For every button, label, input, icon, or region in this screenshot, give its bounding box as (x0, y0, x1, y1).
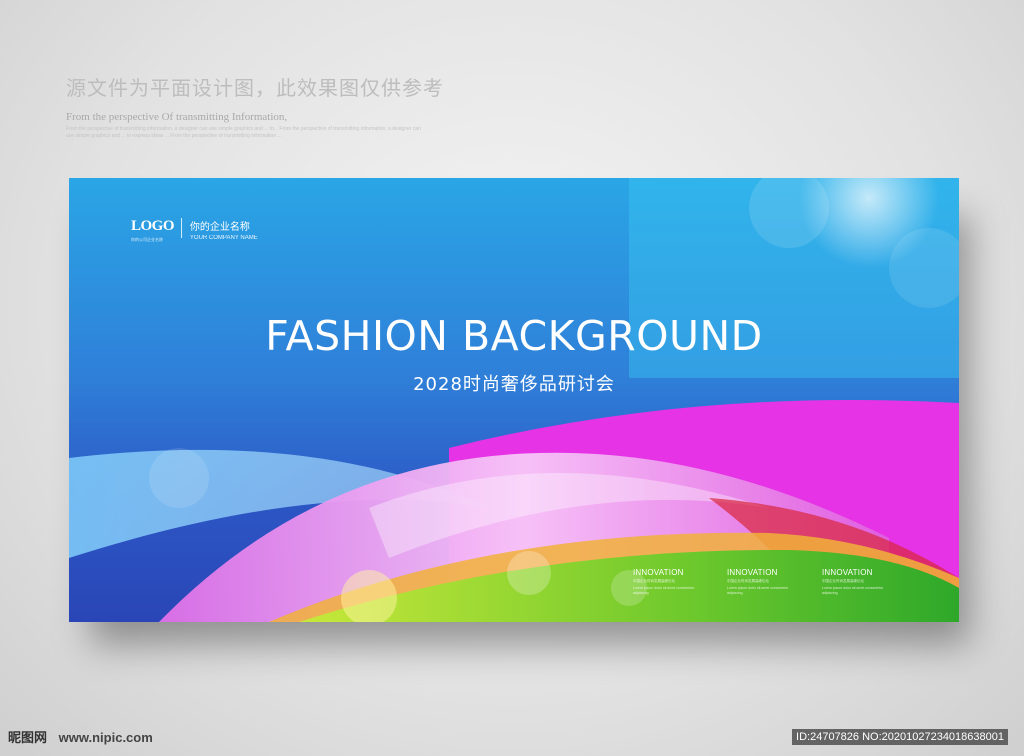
innovation-block: INNOVATION 中国企业时尚发展高峰论坛 Lorem ipsum dolo… (822, 568, 892, 596)
innovation-line: Lorem ipsum dolor sit amet consectetur a… (727, 586, 789, 595)
logo-divider (181, 218, 183, 238)
innovation-title: INNOVATION (822, 568, 873, 577)
innovation-line: 中国企业时尚发展高峰论坛 (727, 579, 769, 583)
innovation-line: 中国企业时尚发展高峰论坛 (822, 579, 864, 583)
banner-title: FASHION BACKGROUND (265, 312, 763, 360)
banner-subtitle: 2028时尚奢侈品研讨会 (413, 374, 615, 395)
innovation-line: 中国企业时尚发展高峰论坛 (633, 579, 675, 583)
logo-mark: LOGO (131, 218, 175, 234)
company-name-english: YOUR COMPANY NAME (189, 235, 258, 241)
banner-background-art (69, 178, 959, 622)
innovation-title: INNOVATION (727, 568, 778, 577)
header-english-title: From the perspective Of transmitting Inf… (66, 111, 288, 123)
watermark-logo: 昵图网 (8, 731, 48, 746)
company-name: 你的企业名称 (189, 222, 250, 233)
innovation-block: INNOVATION 中国企业时尚发展高峰论坛 Lorem ipsum dolo… (633, 568, 703, 596)
header-chinese-title: 源文件为平面设计图，此效果图仅供参考 (66, 76, 444, 100)
image-id-label: ID:24707826 NO:20201027234018638001 (792, 729, 1008, 745)
innovation-title: INNOVATION (633, 568, 684, 577)
innovation-line: Lorem ipsum dolor sit amet consectetur a… (633, 586, 695, 595)
watermark: 昵图网 www.nipic.com (8, 727, 153, 746)
innovation-block: INNOVATION 中国企业时尚发展高峰论坛 Lorem ipsum dolo… (727, 568, 797, 596)
logo-mark-subtext: 你的公司企业名称 (131, 237, 163, 242)
banner: LOGO 你的公司企业名称 你的企业名称 YOUR COMPANY NAME F… (69, 178, 959, 622)
company-logo: LOGO 你的公司企业名称 你的企业名称 YOUR COMPANY NAME (131, 218, 258, 243)
innovation-line: Lorem ipsum dolor sit amet consectetur a… (822, 586, 884, 595)
watermark-url: www.nipic.com (58, 730, 153, 745)
header-small-text: From the perspective of transmitting inf… (66, 126, 421, 139)
header: 源文件为平面设计图，此效果图仅供参考 From the perspective … (66, 72, 444, 140)
